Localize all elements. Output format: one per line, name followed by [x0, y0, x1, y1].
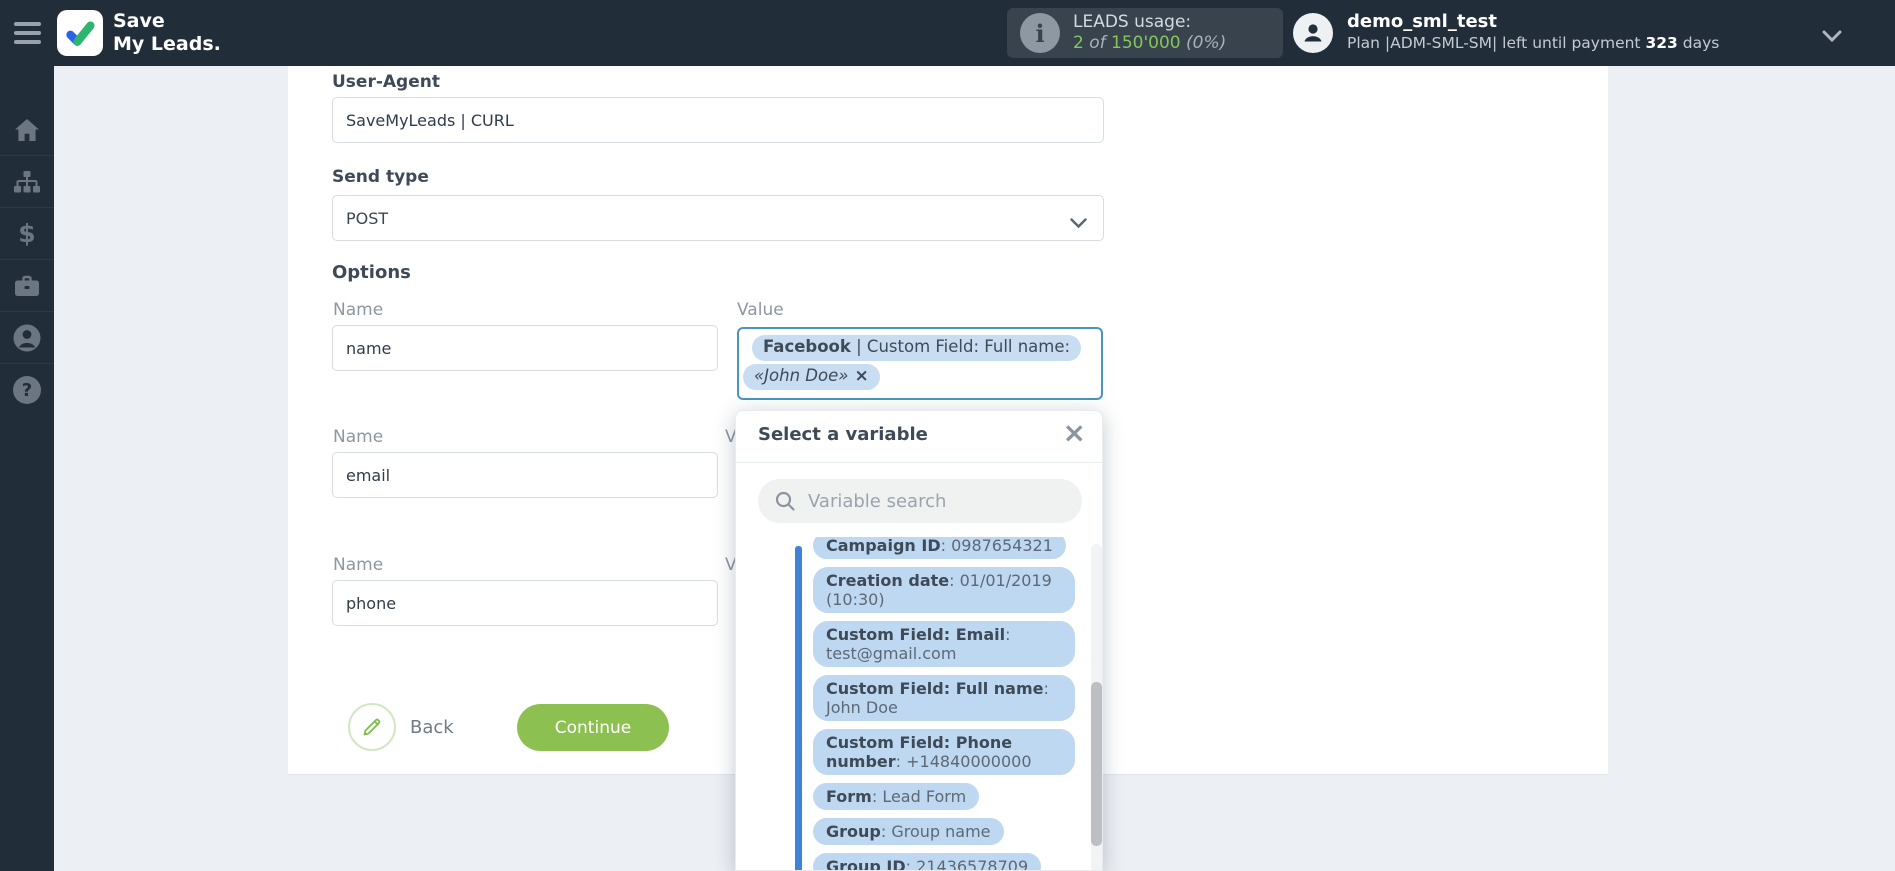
variable-option[interactable]: Custom Field: Phone number+14840000000	[813, 729, 1075, 775]
panel-title: Select a variable	[758, 424, 928, 445]
checkmark-icon	[66, 21, 95, 46]
continue-button[interactable]: Continue	[517, 704, 669, 751]
person-circle-icon	[13, 324, 41, 351]
pencil-icon	[363, 718, 381, 736]
option-name-input-1[interactable]	[332, 325, 718, 371]
back-button[interactable]: Back	[348, 703, 454, 751]
close-icon[interactable]: ×	[1063, 417, 1086, 449]
variable-option[interactable]: Custom Field: Full nameJohn Doe	[813, 675, 1075, 721]
user-icon	[1304, 24, 1322, 42]
variable-list: Campaign ID0987654321 Creation date01/01…	[736, 537, 1102, 870]
sidebar-item-help[interactable]: ?	[0, 364, 54, 416]
scrollbar-track[interactable]	[1091, 544, 1102, 870]
name-label-1: Name	[333, 300, 384, 320]
left-sidebar: $ ?	[0, 66, 54, 871]
variable-option[interactable]: Custom Field: Emailtest@gmail.com	[813, 621, 1075, 667]
app-screen: Save My Leads. i LEADS usage: 2 of 150'0…	[0, 0, 1895, 871]
name-label-2: Name	[333, 427, 384, 447]
sidebar-item-home[interactable]	[0, 104, 54, 156]
group-indicator-bar	[795, 546, 802, 870]
send-type-value: POST	[346, 208, 389, 228]
option-name-input-3[interactable]	[332, 580, 718, 626]
top-header: Save My Leads. i LEADS usage: 2 of 150'0…	[0, 0, 1895, 66]
brand-line2: My Leads.	[113, 33, 221, 55]
chevron-down-icon[interactable]	[1822, 27, 1842, 46]
brand-logo[interactable]	[57, 10, 103, 56]
sitemap-icon	[14, 170, 40, 192]
sidebar-item-services[interactable]	[0, 260, 54, 312]
scrollbar-thumb[interactable]	[1091, 682, 1102, 846]
options-heading: Options	[332, 262, 411, 283]
sidebar-item-billing[interactable]: $	[0, 208, 54, 260]
variable-option[interactable]: FormLead Form	[813, 783, 980, 810]
info-icon: i	[1020, 13, 1060, 53]
usage-value: 2 of 150'000 (0%)	[1073, 33, 1227, 53]
send-type-label: Send type	[332, 167, 429, 187]
divider	[736, 462, 1102, 463]
sidebar-item-account[interactable]	[0, 312, 54, 364]
search-icon	[775, 491, 795, 511]
account-name: demo_sml_test	[1347, 11, 1497, 32]
variable-tag-line1: Facebook | Custom Field: Full name:	[752, 335, 1082, 361]
variable-search-input[interactable]	[808, 490, 1058, 512]
variable-option[interactable]: Creation date01/01/2019 (10:30)	[813, 567, 1075, 613]
brand-name: Save My Leads.	[113, 10, 221, 56]
name-label-3: Name	[333, 555, 384, 575]
account-menu[interactable]: demo_sml_test Plan |ADM-SML-SM| left unt…	[1293, 11, 1720, 53]
dollar-icon: $	[18, 219, 36, 248]
account-plan: Plan |ADM-SML-SM| left until payment 323…	[1347, 34, 1720, 52]
chevron-down-icon	[1070, 214, 1087, 233]
remove-tag-icon[interactable]: ×	[854, 366, 868, 386]
briefcase-icon	[15, 275, 39, 296]
variable-tag-line2: «John Doe» ×	[743, 364, 880, 390]
question-icon: ?	[13, 376, 41, 404]
leads-usage-badge[interactable]: i LEADS usage: 2 of 150'000 (0%)	[1007, 8, 1283, 58]
sidebar-item-connections[interactable]	[0, 156, 54, 208]
option-value-field-1[interactable]: Facebook | Custom Field: Full name: «Joh…	[737, 327, 1103, 400]
home-icon	[15, 118, 39, 141]
select-variable-panel: Select a variable × Campaign ID098765432…	[735, 410, 1103, 871]
user-agent-label: User-Agent	[332, 72, 440, 92]
hamburger-menu-icon[interactable]	[14, 22, 42, 44]
value-label-1: Value	[737, 300, 784, 320]
variable-option[interactable]: GroupGroup name	[813, 818, 1004, 845]
variable-search-box[interactable]	[758, 479, 1082, 523]
send-type-select[interactable]: POST	[332, 195, 1104, 241]
back-label: Back	[410, 716, 454, 738]
brand-line1: Save	[113, 10, 165, 32]
variable-option[interactable]: Campaign ID0987654321	[813, 537, 1066, 559]
variable-option[interactable]: Group ID21436578709	[813, 853, 1042, 870]
option-name-input-2[interactable]	[332, 452, 718, 498]
usage-label: LEADS usage:	[1073, 12, 1192, 32]
user-agent-input[interactable]	[332, 97, 1104, 143]
avatar	[1293, 13, 1333, 53]
